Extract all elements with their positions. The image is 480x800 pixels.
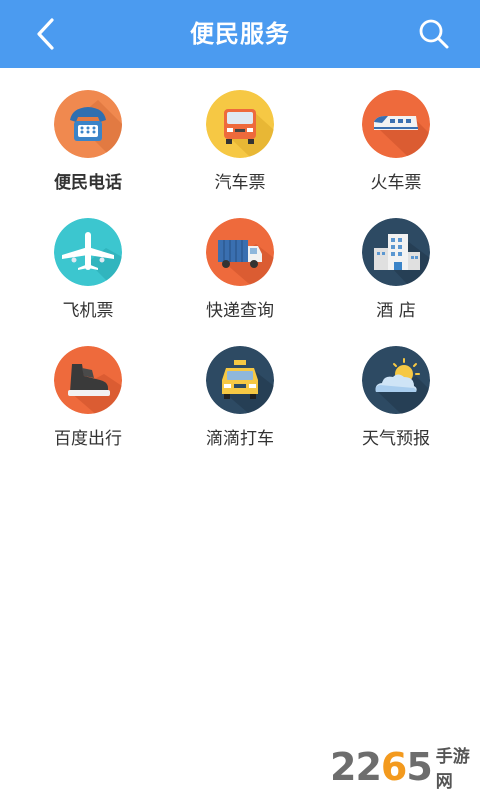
service-label: 飞机票 [62, 301, 114, 321]
watermark-logo: 2265 手游网 [330, 742, 476, 792]
page-title: 便民服务 [190, 20, 290, 48]
search-button[interactable] [412, 12, 456, 56]
service-item-bus[interactable]: 汽车票 [170, 68, 310, 193]
taxi-icon [206, 346, 274, 414]
header-bar: 便民服务 [0, 0, 480, 68]
service-label: 百度出行 [54, 429, 122, 449]
bus-icon [206, 90, 274, 158]
watermark-digits: 22 [330, 745, 382, 789]
service-item-express[interactable]: 快递查询 [170, 196, 310, 321]
watermark-number: 2265 [330, 745, 433, 789]
service-label: 滴滴打车 [206, 429, 274, 449]
back-button[interactable] [26, 14, 66, 54]
telephone-icon [54, 90, 122, 158]
service-item-didi-taxi[interactable]: 滴滴打车 [170, 324, 310, 449]
chevron-left-icon [37, 18, 54, 50]
service-label: 便民电话 [54, 173, 122, 193]
watermark-digit-accent: 6 [380, 745, 407, 789]
airplane-icon [54, 218, 122, 286]
watermark-digit-last: 5 [406, 745, 432, 789]
app-screen: 便民服务 便民电话 汽车票 火车票 飞机票 快递查询 酒 店 百度出行 滴滴打车… [0, 0, 480, 800]
train-icon [362, 90, 430, 158]
service-label: 酒 店 [376, 301, 416, 321]
delivery-truck-icon [206, 218, 274, 286]
service-label: 快递查询 [206, 301, 274, 321]
watermark-text: 手游网 [435, 747, 470, 792]
service-label: 汽车票 [214, 173, 266, 193]
service-item-phone[interactable]: 便民电话 [18, 68, 158, 193]
service-item-train[interactable]: 火车票 [326, 68, 466, 193]
service-item-weather[interactable]: 天气预报 [326, 324, 466, 449]
search-icon [419, 19, 449, 49]
service-label: 火车票 [370, 173, 422, 193]
service-label: 天气预报 [362, 429, 430, 449]
weather-icon [362, 346, 430, 414]
service-item-baidu-travel[interactable]: 百度出行 [18, 324, 158, 449]
service-item-hotel[interactable]: 酒 店 [326, 196, 466, 321]
sneaker-icon [54, 346, 122, 414]
service-item-flight[interactable]: 飞机票 [18, 196, 158, 321]
hotel-icon [362, 218, 430, 286]
